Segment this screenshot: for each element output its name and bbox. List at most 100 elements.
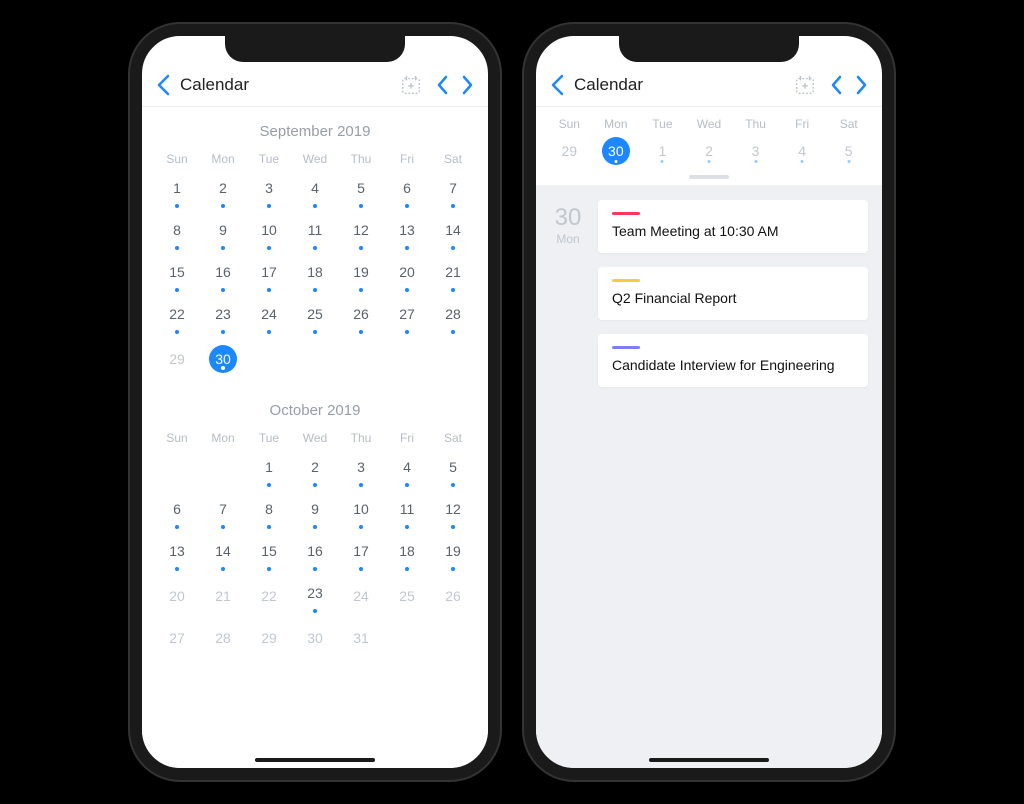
day-cell[interactable]: 21 bbox=[430, 256, 476, 294]
day-number: 18 bbox=[393, 537, 421, 565]
day-cell[interactable]: 22 bbox=[246, 577, 292, 615]
day-cell[interactable]: 5 bbox=[430, 451, 476, 489]
week-strip-day[interactable]: Sun29 bbox=[546, 113, 593, 171]
day-cell[interactable]: 16 bbox=[292, 535, 338, 573]
day-cell[interactable]: 19 bbox=[338, 256, 384, 294]
event-dot-icon bbox=[313, 204, 317, 208]
day-cell[interactable]: 21 bbox=[200, 577, 246, 615]
weekday-label: Fri bbox=[384, 146, 430, 172]
prev-button[interactable] bbox=[830, 75, 842, 95]
day-cell[interactable]: 27 bbox=[154, 619, 200, 657]
event-dot-icon bbox=[267, 483, 271, 487]
day-cell[interactable]: 11 bbox=[292, 214, 338, 252]
day-cell[interactable]: 7 bbox=[200, 493, 246, 531]
month-scroll[interactable]: September 2019SunMonTueWedThuFriSat12345… bbox=[142, 107, 488, 768]
weekday-label: Mon bbox=[200, 425, 246, 451]
day-cell[interactable]: 6 bbox=[154, 493, 200, 531]
day-cell[interactable]: 4 bbox=[292, 172, 338, 210]
week-strip[interactable]: Sun29Mon30Tue1Wed2Thu3Fri4Sat5 bbox=[536, 107, 882, 186]
day-cell[interactable]: 23 bbox=[292, 577, 338, 615]
day-cell[interactable]: 26 bbox=[430, 577, 476, 615]
home-indicator[interactable] bbox=[255, 758, 375, 762]
week-strip-day[interactable]: Sat5 bbox=[825, 113, 872, 171]
day-cell[interactable]: 19 bbox=[430, 535, 476, 573]
day-cell[interactable]: 16 bbox=[200, 256, 246, 294]
day-cell[interactable]: 22 bbox=[154, 298, 200, 336]
day-cell[interactable]: 23 bbox=[200, 298, 246, 336]
agenda-view: Sun29Mon30Tue1Wed2Thu3Fri4Sat5 30 Mon Te… bbox=[536, 107, 882, 768]
day-cell[interactable]: 8 bbox=[246, 493, 292, 531]
day-number: 12 bbox=[347, 216, 375, 244]
day-cell[interactable]: 24 bbox=[246, 298, 292, 336]
day-cell[interactable]: 20 bbox=[384, 256, 430, 294]
prev-button[interactable] bbox=[436, 75, 448, 95]
day-cell[interactable]: 17 bbox=[338, 535, 384, 573]
day-cell[interactable]: 30 bbox=[292, 619, 338, 657]
week-strip-day[interactable]: Fri4 bbox=[779, 113, 826, 171]
day-cell[interactable]: 13 bbox=[384, 214, 430, 252]
next-button[interactable] bbox=[856, 75, 868, 95]
day-cell[interactable]: 15 bbox=[154, 256, 200, 294]
back-button[interactable] bbox=[156, 74, 170, 96]
day-cell[interactable]: 8 bbox=[154, 214, 200, 252]
day-number: 17 bbox=[347, 537, 375, 565]
day-cell[interactable]: 30 bbox=[200, 340, 246, 378]
day-cell[interactable]: 4 bbox=[384, 451, 430, 489]
day-cell[interactable]: 3 bbox=[246, 172, 292, 210]
day-cell[interactable]: 14 bbox=[430, 214, 476, 252]
day-cell[interactable]: 28 bbox=[200, 619, 246, 657]
day-cell[interactable]: 3 bbox=[338, 451, 384, 489]
day-cell[interactable]: 28 bbox=[430, 298, 476, 336]
event-card[interactable]: Candidate Interview for Engineering bbox=[598, 334, 868, 387]
week-strip-day[interactable]: Wed2 bbox=[686, 113, 733, 171]
day-cell[interactable]: 26 bbox=[338, 298, 384, 336]
day-cell[interactable]: 2 bbox=[200, 172, 246, 210]
day-cell[interactable]: 9 bbox=[200, 214, 246, 252]
day-number: 17 bbox=[255, 258, 283, 286]
day-cell[interactable]: 15 bbox=[246, 535, 292, 573]
day-cell[interactable]: 6 bbox=[384, 172, 430, 210]
day-cell[interactable]: 10 bbox=[338, 493, 384, 531]
day-cell[interactable]: 5 bbox=[338, 172, 384, 210]
calendar-add-icon[interactable] bbox=[400, 74, 422, 96]
day-cell[interactable]: 1 bbox=[154, 172, 200, 210]
agenda-list[interactable]: 30 Mon Team Meeting at 10:30 AMQ2 Financ… bbox=[536, 186, 882, 768]
day-cell[interactable]: 20 bbox=[154, 577, 200, 615]
event-card[interactable]: Team Meeting at 10:30 AM bbox=[598, 200, 868, 253]
day-cell[interactable]: 12 bbox=[338, 214, 384, 252]
day-cell[interactable]: 17 bbox=[246, 256, 292, 294]
calendar-add-icon[interactable] bbox=[794, 74, 816, 96]
day-cell[interactable]: 18 bbox=[384, 535, 430, 573]
event-card[interactable]: Q2 Financial Report bbox=[598, 267, 868, 320]
week-strip-day[interactable]: Thu3 bbox=[732, 113, 779, 171]
day-cell[interactable]: 29 bbox=[246, 619, 292, 657]
day-cell[interactable]: 1 bbox=[246, 451, 292, 489]
week-strip-day[interactable]: Mon30 bbox=[593, 113, 640, 171]
weekday-label: Wed bbox=[292, 146, 338, 172]
day-cell[interactable]: 31 bbox=[338, 619, 384, 657]
next-button[interactable] bbox=[462, 75, 474, 95]
day-cell[interactable]: 27 bbox=[384, 298, 430, 336]
drag-handle[interactable] bbox=[689, 175, 729, 179]
day-cell[interactable]: 25 bbox=[384, 577, 430, 615]
back-button[interactable] bbox=[550, 74, 564, 96]
week-strip-day[interactable]: Tue1 bbox=[639, 113, 686, 171]
day-cell[interactable]: 9 bbox=[292, 493, 338, 531]
day-cell[interactable]: 18 bbox=[292, 256, 338, 294]
day-cell[interactable]: 25 bbox=[292, 298, 338, 336]
day-number: 7 bbox=[439, 174, 467, 202]
day-number: 19 bbox=[347, 258, 375, 286]
day-cell[interactable]: 7 bbox=[430, 172, 476, 210]
event-dot-icon bbox=[451, 330, 455, 334]
event-dot-icon bbox=[267, 567, 271, 571]
event-dot-icon bbox=[359, 330, 363, 334]
day-cell[interactable]: 12 bbox=[430, 493, 476, 531]
day-cell[interactable]: 13 bbox=[154, 535, 200, 573]
day-cell[interactable]: 2 bbox=[292, 451, 338, 489]
home-indicator[interactable] bbox=[649, 758, 769, 762]
day-cell[interactable]: 14 bbox=[200, 535, 246, 573]
day-cell[interactable]: 29 bbox=[154, 340, 200, 378]
day-cell[interactable]: 24 bbox=[338, 577, 384, 615]
day-cell[interactable]: 10 bbox=[246, 214, 292, 252]
day-cell[interactable]: 11 bbox=[384, 493, 430, 531]
